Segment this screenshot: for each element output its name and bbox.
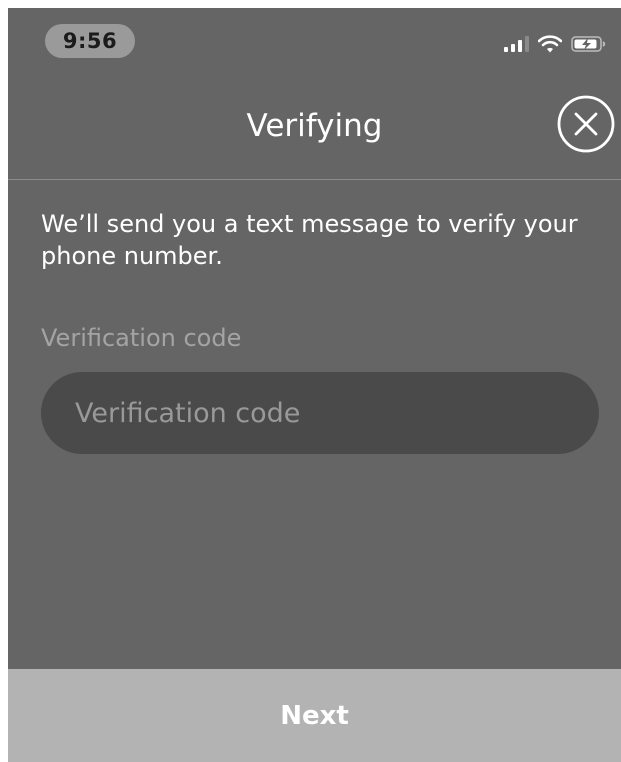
verification-code-label: Verification code: [41, 324, 242, 352]
wifi-icon: [538, 35, 562, 53]
status-icons: [504, 35, 607, 53]
verification-screen: 9:56 Verifying We’ll send you a text mes…: [8, 8, 621, 762]
next-button-label: Next: [280, 700, 349, 731]
status-bar: 9:56: [8, 8, 621, 68]
battery-charging-icon: [571, 36, 606, 52]
signal-icon: [504, 36, 529, 52]
header-divider: [8, 179, 621, 180]
header: Verifying: [8, 88, 621, 178]
close-icon: [557, 95, 615, 153]
verification-code-input[interactable]: [41, 372, 599, 454]
close-button[interactable]: [557, 95, 615, 153]
status-time: 9:56: [45, 24, 135, 58]
next-button[interactable]: Next: [8, 669, 621, 762]
instruction-text: We’ll send you a text message to verify …: [41, 210, 578, 270]
page-title: Verifying: [246, 108, 383, 144]
